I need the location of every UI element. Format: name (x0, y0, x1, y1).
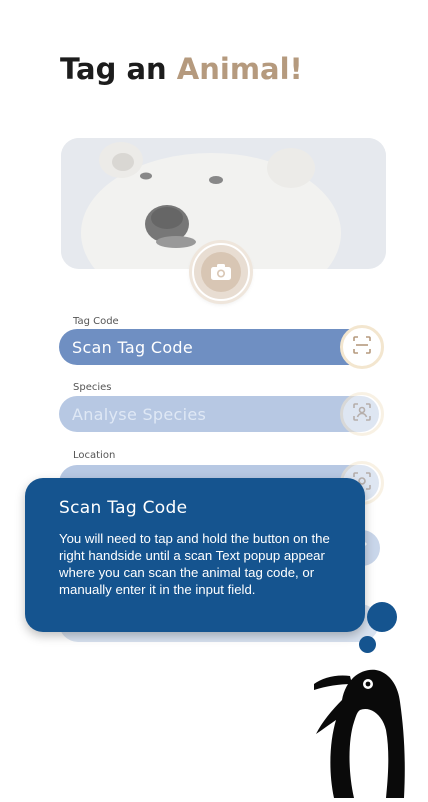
title-accent: Animal! (176, 52, 303, 86)
species-field[interactable]: Analyse Species (59, 396, 379, 432)
camera-icon (201, 252, 241, 292)
tooltip-title: Scan Tag Code (59, 498, 188, 518)
title-main: Tag an (60, 52, 167, 86)
scan-icon (353, 336, 371, 358)
face-scan-icon (353, 403, 371, 425)
thought-bubble-large (367, 602, 397, 632)
scan-tag-button[interactable] (340, 325, 384, 369)
help-tooltip: Scan Tag Code You will need to tap and h… (25, 478, 365, 632)
page-title: Tag an Animal! (60, 52, 303, 86)
penguin-icon (312, 660, 412, 798)
thought-bubble-small (359, 636, 376, 653)
species-label: Species (73, 382, 112, 393)
tag-code-label: Tag Code (73, 316, 119, 327)
tooltip-body: You will need to tap and hold the button… (59, 531, 330, 597)
camera-button[interactable] (192, 243, 250, 301)
location-label: Location (73, 450, 116, 461)
tag-code-field[interactable]: Scan Tag Code (59, 329, 379, 365)
analyse-species-button[interactable] (340, 392, 384, 436)
